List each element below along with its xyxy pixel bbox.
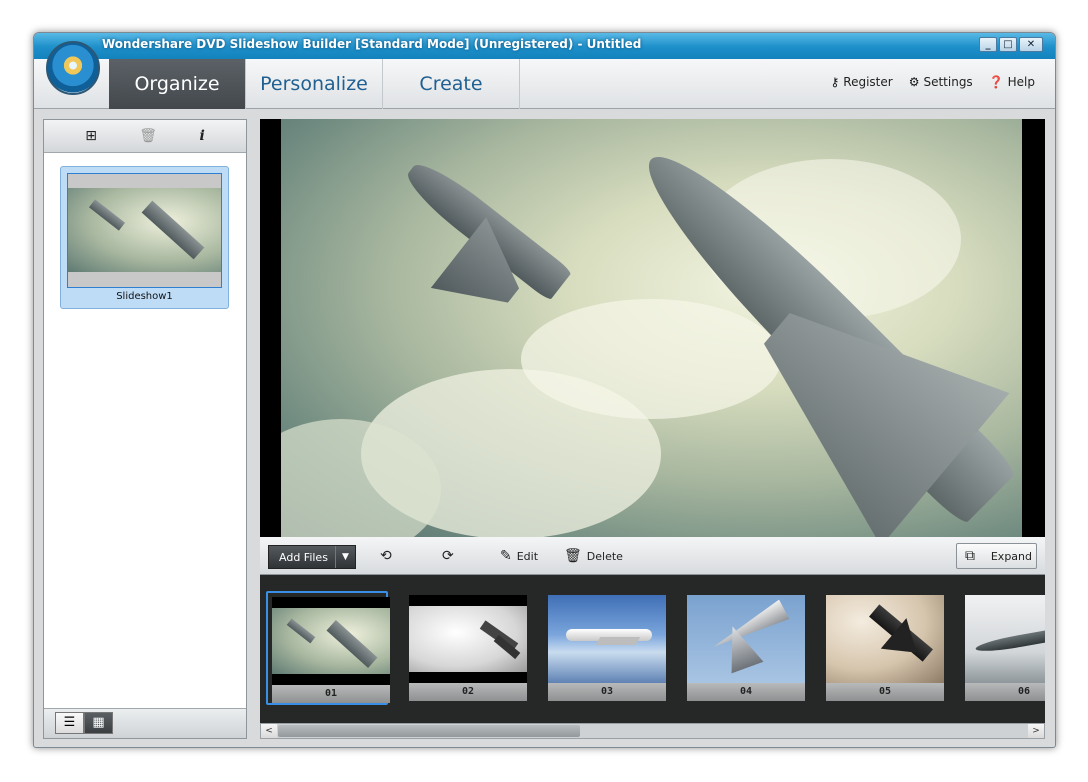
title-bar[interactable]: Wondershare DVD Slideshow Builder [Stand… (34, 33, 1055, 59)
info-icon[interactable]: i (199, 128, 204, 144)
nav-links: ⚷ Register ⚙ Settings ❓ Help (831, 75, 1036, 89)
add-slideshow-icon[interactable]: ⊞ (85, 128, 97, 144)
expand-label: Expand (990, 549, 1032, 563)
rotate-left-button[interactable]: ⟲ (380, 548, 392, 564)
app-window: Wondershare DVD Slideshow Builder [Stand… (33, 32, 1056, 748)
register-label: Register (843, 75, 893, 89)
filmstrip-label: 04 (687, 683, 805, 701)
settings-link[interactable]: ⚙ Settings (909, 75, 973, 89)
filmstrip-item[interactable]: 02 (405, 591, 527, 705)
filmstrip-label: 03 (548, 683, 666, 701)
rotate-right-button[interactable]: ⟳ (442, 548, 454, 564)
preview-image (281, 119, 1022, 537)
thumbnail-view-icon[interactable]: ▦ (84, 712, 113, 734)
maximize-button[interactable]: □ (999, 37, 1017, 52)
view-mode-bar: ☰ ▦ (44, 708, 246, 738)
filmstrip-thumbnail (409, 595, 527, 683)
settings-label: Settings (923, 75, 973, 89)
edit-toolbar: Add Files ▼ ⟲ ⟳ ✎ Edit 🗑 Delete ⧉ Expand (260, 537, 1045, 575)
filmstrip: 01 02 03 04 05 06 (260, 575, 1045, 723)
filmstrip-thumbnail (687, 595, 805, 683)
filmstrip-thumbnail (272, 597, 390, 685)
delete-label: Delete (586, 549, 623, 563)
minimize-button[interactable]: _ (979, 37, 997, 52)
window-controls: _ □ ✕ (979, 37, 1043, 52)
help-icon: ❓ (988, 75, 1004, 89)
slideshow-label: Slideshow1 (116, 291, 173, 302)
trash-icon: 🗑 (564, 548, 582, 564)
list-view-icon[interactable]: ☰ (55, 712, 84, 734)
filmstrip-item[interactable]: 04 (683, 591, 805, 705)
trash-icon[interactable]: 🗑 (139, 128, 157, 144)
gear-icon: ⚙ (908, 75, 920, 89)
filmstrip-thumbnail (826, 595, 944, 683)
tab-create[interactable]: Create (383, 59, 520, 109)
tab-organize[interactable]: Organize (109, 59, 246, 109)
filmstrip-item[interactable]: 06 (961, 591, 1045, 705)
add-files-button[interactable]: Add Files ▼ (268, 545, 356, 569)
slideshow-toolbar: ⊞ 🗑 i (44, 120, 246, 153)
slideshow-panel: ⊞ 🗑 i Slideshow1 ☰ ▦ (43, 119, 247, 739)
scroll-thumb[interactable] (278, 725, 580, 737)
pencil-icon: ✎ (500, 548, 512, 564)
filmstrip-scrollbar[interactable]: < > (260, 723, 1045, 739)
tab-personalize[interactable]: Personalize (246, 59, 383, 109)
chevron-down-icon[interactable]: ▼ (335, 546, 355, 568)
filmstrip-label: 06 (965, 683, 1045, 701)
help-link[interactable]: ❓ Help (989, 75, 1035, 89)
rotate-left-icon: ⟲ (380, 548, 392, 564)
add-files-label: Add Files (279, 550, 328, 564)
filmstrip-label: 01 (272, 685, 390, 703)
help-label: Help (1007, 75, 1035, 89)
filmstrip-item[interactable]: 05 (822, 591, 944, 705)
rotate-right-icon: ⟳ (442, 548, 454, 564)
filmstrip-item[interactable]: 03 (544, 591, 666, 705)
app-logo-icon[interactable] (46, 41, 100, 95)
window-title: Wondershare DVD Slideshow Builder [Stand… (102, 37, 642, 51)
close-button[interactable]: ✕ (1019, 37, 1043, 52)
view-mode-toggle: ☰ ▦ (55, 712, 113, 734)
scroll-left-icon[interactable]: < (261, 724, 277, 738)
filmstrip-item[interactable]: 01 (266, 591, 390, 705)
filmstrip-label: 02 (409, 683, 527, 701)
preview-area (260, 119, 1045, 537)
slideshow-thumbnail (67, 173, 222, 288)
expand-icon: ⧉ (965, 548, 975, 564)
slideshow-item[interactable]: Slideshow1 (60, 166, 229, 309)
key-icon: ⚷ (830, 75, 840, 89)
register-link[interactable]: ⚷ Register (831, 75, 893, 89)
filmstrip-thumbnail (965, 595, 1045, 683)
main-nav: Organize Personalize Create ⚷ Register ⚙… (34, 59, 1055, 109)
scroll-right-icon[interactable]: > (1028, 724, 1044, 738)
filmstrip-thumbnail (548, 595, 666, 683)
edit-label: Edit (516, 549, 539, 563)
filmstrip-label: 05 (826, 683, 944, 701)
expand-button[interactable]: ⧉ Expand (956, 543, 1037, 569)
edit-button[interactable]: ✎ Edit (500, 548, 538, 564)
delete-button[interactable]: 🗑 Delete (564, 548, 623, 564)
